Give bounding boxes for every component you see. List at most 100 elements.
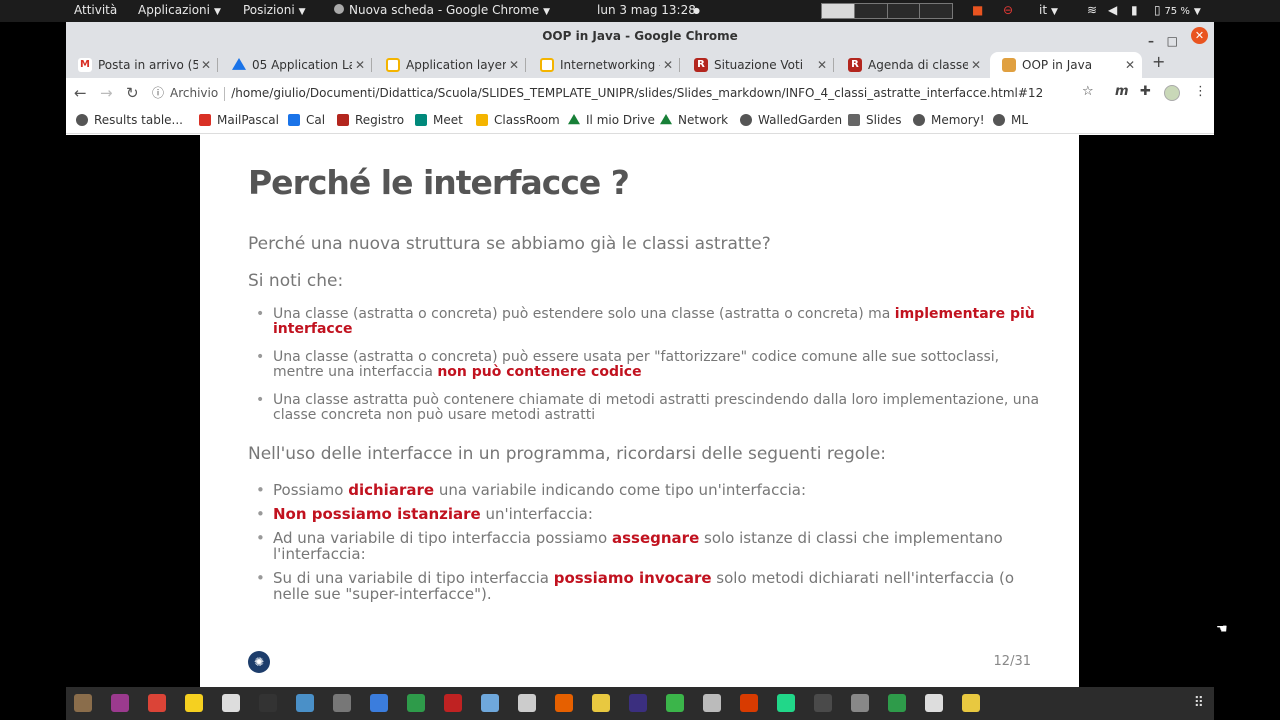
clock[interactable]: lun 3 mag 13:28 (597, 3, 696, 17)
tab-title: Application layer - (406, 58, 506, 72)
pikachu-icon[interactable] (185, 694, 203, 712)
calculator-icon[interactable] (851, 694, 869, 712)
close-window-icon[interactable]: ✕ (1191, 27, 1208, 44)
virtualbox-icon[interactable] (481, 694, 499, 712)
microphone-icon[interactable]: ▮ (1131, 3, 1138, 17)
bookmark-memory[interactable]: Memory! (913, 113, 985, 127)
text-editor-icon[interactable] (925, 694, 943, 712)
extensions-puzzle-icon[interactable]: ✚ (1140, 84, 1151, 99)
new-tab-icon[interactable]: + (1152, 52, 1165, 71)
note-intro: Si noti che: (248, 271, 344, 291)
slide-question: Perché una nuova struttura se abbiamo gi… (248, 234, 771, 254)
address-bar[interactable]: ⓘ Archivio/home/giulio/Documenti/Didattic… (152, 81, 1152, 105)
cube-icon[interactable] (592, 694, 610, 712)
bookmark-label: Network (678, 113, 729, 127)
document-icon[interactable] (370, 694, 388, 712)
sheets-icon[interactable] (407, 694, 425, 712)
info-icon[interactable]: ⓘ (152, 86, 164, 100)
settings-icon[interactable] (222, 694, 240, 712)
screenshot-icon[interactable] (333, 694, 351, 712)
green-dot-icon[interactable] (666, 694, 684, 712)
battery-menu[interactable]: ▯ 75 % ▼ (1154, 3, 1201, 17)
workspace-1[interactable] (822, 4, 855, 18)
pycharm-icon[interactable] (777, 694, 795, 712)
globe-icon (913, 114, 925, 126)
registro-icon: R (848, 58, 862, 72)
bookmark-slides[interactable]: Slides (848, 113, 902, 127)
tab-drive[interactable]: 05 Application Lay ✕ (220, 52, 372, 78)
terminal-icon[interactable] (259, 694, 277, 712)
chrome-small-icon (334, 4, 344, 14)
bookmark-results-table[interactable]: Results table... (76, 113, 183, 127)
activities-button[interactable]: Attività (74, 3, 117, 17)
code-editor-icon[interactable] (814, 694, 832, 712)
bookmark-mio-drive[interactable]: Il mio Drive (568, 113, 655, 127)
volume-icon[interactable]: ◀ (1108, 3, 1117, 17)
close-icon[interactable]: ✕ (1122, 58, 1138, 72)
list-item: Possiamo dichiarare una variabile indica… (248, 482, 1048, 498)
camera-icon[interactable]: ■ (972, 3, 983, 17)
bookmark-ml[interactable]: ML (993, 113, 1028, 127)
bookmark-label: Registro (355, 113, 405, 127)
menu-kebab-icon[interactable]: ⋮ (1194, 84, 1207, 99)
bookmark-classroom[interactable]: ClassRoom (476, 113, 560, 127)
reload-icon[interactable]: ↻ (126, 84, 139, 102)
university-logo-icon: ✺ (248, 651, 270, 673)
close-icon[interactable]: ✕ (506, 58, 522, 72)
bookmark-network[interactable]: Network (660, 113, 728, 127)
language-menu[interactable]: it ▼ (1039, 3, 1058, 17)
close-icon[interactable]: ✕ (352, 58, 368, 72)
files-app-icon[interactable] (74, 694, 92, 712)
package-icon[interactable] (962, 694, 980, 712)
url-text: /home/giulio/Documenti/Didattica/Scuola/… (231, 86, 1044, 100)
chevron-down-icon: ▼ (1193, 7, 1201, 17)
profile-avatar[interactable] (1164, 85, 1180, 101)
tab-gmail[interactable]: M Posta in arrivo (5) - ✕ (66, 52, 218, 78)
eclipse-icon[interactable] (629, 694, 647, 712)
bookmark-star-icon[interactable]: ☆ (1082, 84, 1094, 99)
bookmark-registro[interactable]: Registro (337, 113, 404, 127)
tab-agenda[interactable]: R Agenda di classe ✕ (836, 52, 988, 78)
close-icon[interactable]: ✕ (660, 58, 676, 72)
tab-application-layer[interactable]: Application layer - ✕ (374, 52, 526, 78)
workspace-3[interactable] (887, 4, 921, 18)
firefox-icon[interactable] (555, 694, 573, 712)
bookmark-label: Meet (433, 113, 463, 127)
folder-icon (848, 114, 860, 126)
registro-icon (337, 114, 349, 126)
extension-m-icon[interactable]: m (1115, 84, 1129, 99)
image-viewer-icon[interactable] (518, 694, 536, 712)
language-label: it (1039, 3, 1048, 17)
wifi-icon[interactable]: ≋ (1087, 3, 1097, 17)
bookmark-label: WalledGarden (758, 113, 843, 127)
screen-recorder-icon[interactable] (111, 694, 129, 712)
close-icon[interactable]: ✕ (968, 58, 984, 72)
workspace-4[interactable] (920, 4, 952, 18)
tab-oop-java[interactable]: OOP in Java ✕ (990, 52, 1142, 78)
tab-situazione-voti[interactable]: R Situazione Voti ✕ (682, 52, 834, 78)
mosaic-icon[interactable] (740, 694, 758, 712)
bookmark-meet[interactable]: Meet (415, 113, 463, 127)
close-icon[interactable]: ✕ (198, 58, 214, 72)
show-applications-icon[interactable]: ⠿ (1194, 695, 1204, 711)
tab-internetworking[interactable]: Internetworking - I ✕ (528, 52, 680, 78)
forward-icon[interactable]: → (100, 84, 113, 102)
workspace-2[interactable] (854, 4, 888, 18)
spreadsheet-icon[interactable] (888, 694, 906, 712)
back-icon[interactable]: ← (74, 84, 87, 102)
applications-menu[interactable]: Applicazioni ▼ (138, 3, 221, 17)
window-titlebar[interactable]: OOP in Java - Google Chrome – □ ✕ (66, 22, 1214, 50)
archive-icon[interactable] (703, 694, 721, 712)
positions-menu[interactable]: Posizioni ▼ (243, 3, 306, 17)
do-not-disturb-icon[interactable]: ⊖ (1003, 3, 1013, 17)
bookmarks-bar: Results table... MailPascal Cal Registro… (66, 108, 1214, 134)
workspace-switcher[interactable] (821, 3, 953, 19)
active-app-menu[interactable]: Nuova scheda - Google Chrome ▼ (334, 3, 550, 17)
bookmark-mailpascal[interactable]: MailPascal (199, 113, 279, 127)
chrome-icon[interactable] (148, 694, 166, 712)
bookmark-cal[interactable]: Cal (288, 113, 325, 127)
photos-icon[interactable] (296, 694, 314, 712)
close-icon[interactable]: ✕ (814, 58, 830, 72)
bookmark-walledgarden[interactable]: WalledGarden (740, 113, 842, 127)
filezilla-icon[interactable] (444, 694, 462, 712)
